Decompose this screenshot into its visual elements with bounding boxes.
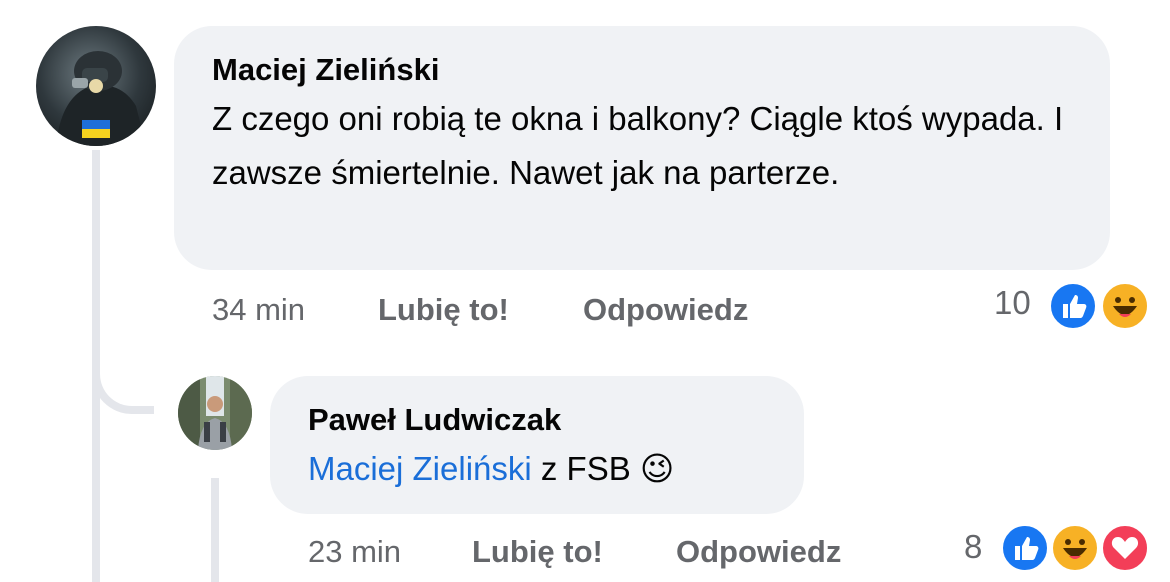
- reply-button[interactable]: Odpowiedz: [583, 292, 748, 328]
- reply-button[interactable]: Odpowiedz: [676, 534, 841, 570]
- ukraine-flag-icon: [82, 120, 110, 138]
- avatar-image: [178, 376, 252, 450]
- avatar[interactable]: [178, 376, 252, 450]
- reply-text: z FSB: [540, 450, 631, 487]
- comment-time[interactable]: 34 min: [212, 292, 305, 328]
- love-icon: [1100, 523, 1150, 573]
- avatar[interactable]: [36, 26, 156, 146]
- thread-connector-curve: [92, 330, 154, 414]
- reply-time[interactable]: 23 min: [308, 534, 401, 570]
- avatar-image: [36, 26, 156, 146]
- like-icon: [1000, 523, 1050, 573]
- thread-line-reply: [211, 478, 219, 582]
- mention-link[interactable]: Maciej Zieliński: [308, 450, 532, 487]
- comment-author[interactable]: Maciej Zieliński: [212, 52, 439, 88]
- like-icon: [1048, 281, 1098, 331]
- haha-icon: [1050, 523, 1100, 573]
- reply-author[interactable]: Paweł Ludwiczak: [308, 402, 561, 438]
- reaction-count: 8: [964, 528, 983, 565]
- haha-icon: [1100, 281, 1150, 331]
- comment-text: Z czego oni robią te okna i balkony? Cią…: [212, 100, 1064, 191]
- reaction-count: 10: [994, 284, 1031, 321]
- like-button[interactable]: Lubię to!: [378, 292, 509, 328]
- reply-text-line: Maciej Zieliński z FSB 😉: [308, 442, 674, 496]
- like-button[interactable]: Lubię to!: [472, 534, 603, 570]
- wink-emoji-icon: 😉: [639, 449, 675, 488]
